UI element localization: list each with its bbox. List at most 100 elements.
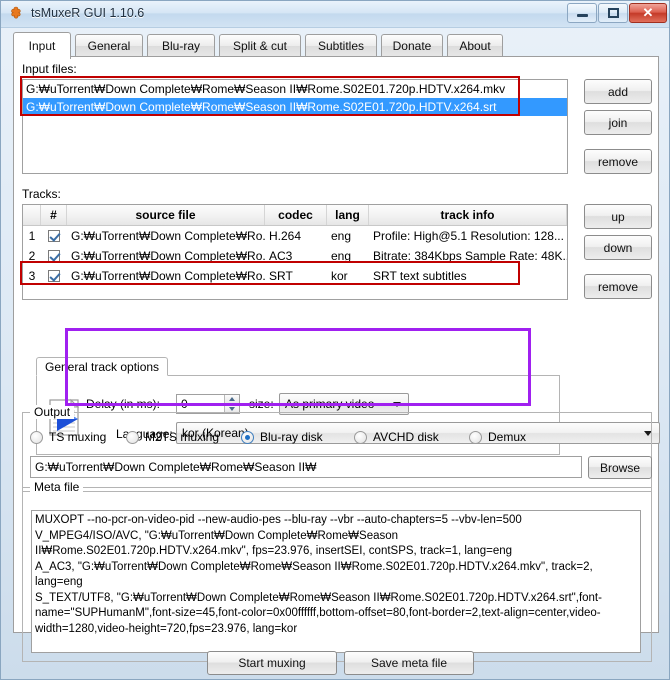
meta-file-group-title: Meta file: [30, 480, 84, 494]
tab-blu-ray[interactable]: Blu-ray: [147, 34, 215, 57]
remove-track-button[interactable]: remove: [584, 274, 652, 299]
delay-label: Delay (in ms):: [86, 397, 161, 411]
output-path-value: G:₩uTorrent₩Down Complete₩Rome₩Season II…: [35, 460, 317, 474]
output-mode-label: AVCHD disk: [373, 430, 439, 444]
track-row[interactable]: 1 G:₩uTorrent₩Down Complete₩Ro... H.264 eng…: [23, 226, 567, 246]
meta-file-line: II₩Rome.S02E01.720p.HDTV.x264.mkv", fps=…: [35, 545, 513, 557]
radio-icon: [30, 430, 43, 444]
tracks-table[interactable]: # source file codec lang track info 1 G:₩uTor…: [22, 204, 568, 300]
tab-bar: Input General Blu-ray Split & cut Subtitles D…: [13, 32, 659, 59]
meta-file-line: MUXOPT --no-pcr-on-video-pid --new-audio…: [35, 514, 522, 526]
tracks-column-header[interactable]: source file: [67, 205, 265, 225]
track-codec: SRT: [269, 269, 293, 283]
output-path-input[interactable]: G:₩uTorrent₩Down Complete₩Rome₩Season II…: [30, 456, 582, 478]
close-icon: ✕: [642, 5, 654, 20]
delay-stepper[interactable]: 0: [176, 394, 240, 414]
tab-subtitles[interactable]: Subtitles: [305, 34, 377, 57]
start-muxing-button[interactable]: Start muxing: [207, 651, 337, 675]
delay-value: 0: [181, 397, 188, 411]
tracks-label: Tracks:: [22, 187, 61, 201]
output-mode-label: M2TS muxing: [145, 430, 220, 444]
track-enabled-checkbox[interactable]: [41, 246, 67, 266]
track-info: Profile: High@5.1 Resolution: 128...: [373, 229, 564, 243]
meta-file-line: V_MPEG4/ISO/AVC, "G:₩uTorrent₩Down Compl…: [35, 529, 399, 542]
maximize-button[interactable]: [598, 3, 628, 23]
tracks-column-header[interactable]: #: [41, 205, 67, 225]
tracks-column-header[interactable]: lang: [327, 205, 369, 225]
input-tab-panel: Input files: G:₩uTorrent₩Down Complete₩R…: [13, 56, 660, 662]
track-enabled-checkbox[interactable]: [41, 266, 67, 286]
tracks-table-header: # source file codec lang track info: [23, 205, 567, 226]
move-down-button[interactable]: down: [584, 235, 652, 260]
tab-input[interactable]: Input: [13, 32, 71, 59]
delay-increment-button[interactable]: [224, 395, 239, 404]
meta-file-line: S_TEXT/UTF8, "G:₩uTorrent₩Down Complete₩…: [35, 591, 602, 604]
radio-icon: [126, 430, 139, 444]
general-track-options-title: General track options: [36, 357, 169, 376]
track-source-file: G:₩uTorrent₩Down Complete₩Ro...: [71, 269, 265, 283]
meta-file-group: Meta file MUXOPT --no-pcr-on-video-pid -…: [22, 480, 652, 662]
tracks-column-header[interactable]: track info: [369, 205, 567, 225]
meta-file-line: A_AC3, "G:₩uTorrent₩Down Complete₩Rome₩S…: [35, 560, 593, 573]
tab-donate[interactable]: Donate: [381, 34, 443, 57]
move-up-button[interactable]: up: [584, 204, 652, 229]
tracks-column-header[interactable]: codec: [265, 205, 327, 225]
maximize-icon: [599, 4, 627, 22]
track-row[interactable]: 3 G:₩uTorrent₩Down Complete₩Ro... SRT kor SR…: [23, 266, 567, 286]
delay-spin-buttons[interactable]: [224, 395, 239, 413]
input-files-list[interactable]: G:₩uTorrent₩Down Complete₩Rome₩Season II…: [22, 79, 568, 174]
radio-icon: [354, 430, 367, 444]
output-mode-blu-ray-disk[interactable]: Blu-ray disk: [241, 430, 323, 444]
output-mode-label: TS muxing: [49, 430, 107, 444]
minimize-button[interactable]: [567, 3, 597, 23]
application-window: tsMuxeR GUI 1.10.6 ✕ Input General Blu-ray…: [0, 0, 670, 680]
track-lang: eng: [331, 229, 352, 243]
tab-general[interactable]: General: [75, 34, 143, 57]
track-codec: H.264: [269, 229, 302, 243]
input-file-item[interactable]: G:₩uTorrent₩Down Complete₩Rome₩Season II…: [23, 98, 567, 116]
track-index: 1: [28, 229, 36, 243]
track-info: Bitrate: 384Kbps Sample Rate: 48K...: [373, 249, 567, 263]
input-files-label: Input files:: [22, 62, 77, 76]
size-select-value: As primary video: [285, 397, 375, 411]
save-meta-file-button[interactable]: Save meta file: [344, 651, 474, 675]
output-mode-label: Demux: [488, 430, 527, 444]
track-enabled-checkbox[interactable]: [41, 226, 67, 246]
checkmark-icon: [48, 230, 60, 242]
output-mode-demux[interactable]: Demux: [469, 430, 526, 444]
track-source-file: G:₩uTorrent₩Down Complete₩Ro...: [71, 249, 265, 263]
output-mode-avchd-disk[interactable]: AVCHD disk: [354, 430, 439, 444]
window-title: tsMuxeR GUI 1.10.6: [31, 6, 145, 20]
track-info: SRT text subtitles: [373, 269, 467, 283]
add-button[interactable]: add: [584, 79, 652, 104]
minimize-icon: [568, 4, 596, 22]
chevron-down-icon: [393, 402, 401, 407]
radio-icon: [241, 430, 254, 444]
tab-split-cut[interactable]: Split & cut: [219, 34, 301, 57]
track-lang: eng: [331, 249, 352, 263]
track-codec: AC3: [269, 249, 293, 263]
meta-file-line: width=1280,video-height=720,fps=23.976, …: [35, 622, 298, 635]
output-mode-m2ts-muxing[interactable]: M2TS muxing: [126, 430, 219, 444]
browse-button[interactable]: Browse: [588, 456, 652, 479]
remove-input-button[interactable]: remove: [584, 149, 652, 174]
puzzle-piece-icon: [11, 6, 21, 19]
radio-icon: [469, 430, 482, 444]
tracks-column-header[interactable]: [23, 205, 41, 225]
close-button[interactable]: ✕: [629, 3, 667, 23]
tab-about[interactable]: About: [447, 34, 503, 57]
output-mode-ts-muxing[interactable]: TS muxing: [30, 430, 106, 444]
size-label: size:: [249, 397, 274, 411]
meta-file-textarea[interactable]: MUXOPT --no-pcr-on-video-pid --new-audio…: [31, 510, 641, 653]
tracks-table-body: 1 G:₩uTorrent₩Down Complete₩Ro... H.264 eng…: [23, 226, 567, 286]
track-source-file: G:₩uTorrent₩Down Complete₩Ro...: [71, 229, 265, 243]
meta-file-line: lang=eng: [35, 576, 83, 588]
output-group: Output: [22, 405, 652, 492]
track-row[interactable]: 2 G:₩uTorrent₩Down Complete₩Ro... AC3 eng Bi…: [23, 246, 567, 266]
join-button[interactable]: join: [584, 110, 652, 135]
output-group-title: Output: [30, 405, 75, 419]
input-file-item[interactable]: G:₩uTorrent₩Down Complete₩Rome₩Season II…: [23, 80, 567, 98]
track-index: 2: [28, 249, 36, 263]
track-lang: kor: [331, 269, 348, 283]
title-bar: tsMuxeR GUI 1.10.6 ✕: [1, 1, 669, 28]
